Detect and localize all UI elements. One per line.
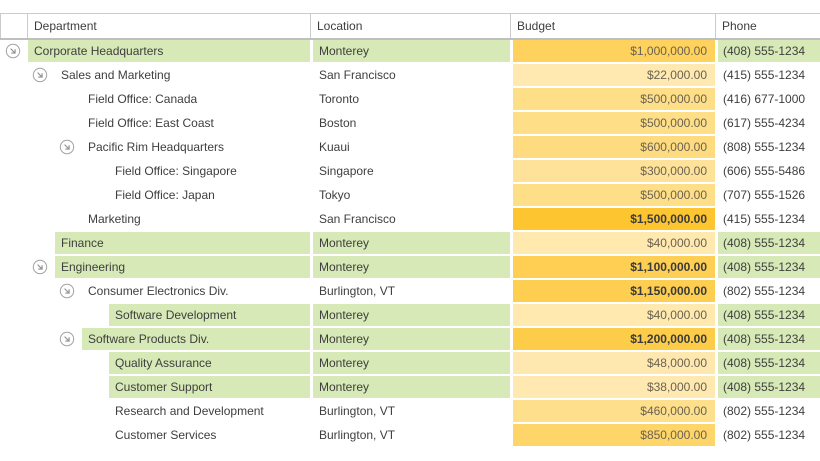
tree-row[interactable]: Sales and Marketing San Francisco $22,000.… [0, 64, 820, 86]
tree-row[interactable]: Corporate Headquarters Monterey $1,000,000… [0, 40, 820, 62]
budget-cell[interactable]: $1,100,000.00 [513, 256, 715, 278]
column-header-department[interactable]: Department [28, 14, 311, 38]
budget-cell[interactable]: $48,000.00 [513, 352, 715, 374]
department-cell[interactable]: Software Development [109, 304, 310, 326]
budget-cell[interactable]: $40,000.00 [513, 304, 715, 326]
department-cell[interactable]: Marketing [82, 208, 310, 230]
budget-cell[interactable]: $1,500,000.00 [513, 208, 715, 230]
tree-row[interactable]: Research and Development Burlington, VT $4… [0, 400, 820, 422]
tree-row[interactable]: Marketing San Francisco $1,500,000.00 (415)… [0, 208, 820, 230]
expander-icon[interactable] [32, 259, 48, 275]
tree-row[interactable]: Engineering Monterey $1,100,000.00 (408) 55… [0, 256, 820, 278]
budget-cell[interactable]: $500,000.00 [513, 184, 715, 206]
phone-cell[interactable]: (802) 555-1234 [718, 280, 820, 302]
tree-row[interactable]: Field Office: East Coast Boston $500,000.0… [0, 112, 820, 134]
department-cell[interactable]: Field Office: Singapore [109, 160, 310, 182]
location-cell[interactable]: Monterey [313, 376, 510, 398]
phone-cell[interactable]: (408) 555-1234 [718, 256, 820, 278]
department-cell[interactable]: Quality Assurance [109, 352, 310, 374]
budget-cell[interactable]: $600,000.00 [513, 136, 715, 158]
tree-row[interactable]: Field Office: Japan Tokyo $500,000.00 (707)… [0, 184, 820, 206]
tree-row[interactable]: Consumer Electronics Div. Burlington, VT $… [0, 280, 820, 302]
tree-row[interactable]: Customer Services Burlington, VT $850,000.… [0, 424, 820, 446]
phone-cell[interactable]: (408) 555-1234 [718, 232, 820, 254]
location-cell[interactable]: Toronto [313, 88, 510, 110]
department-cell[interactable]: Finance [55, 232, 310, 254]
location-cell[interactable]: Monterey [313, 352, 510, 374]
phone-cell[interactable]: (415) 555-1234 [718, 64, 820, 86]
department-cell[interactable]: Sales and Marketing [55, 64, 310, 86]
phone-cell[interactable]: (802) 555-1234 [718, 400, 820, 422]
location-cell[interactable]: Burlington, VT [313, 400, 510, 422]
tree-row[interactable]: Software Products Div. Monterey $1,200,000… [0, 328, 820, 350]
department-cell[interactable]: Software Products Div. [82, 328, 310, 350]
location-cell[interactable]: Monterey [313, 304, 510, 326]
budget-cell[interactable]: $500,000.00 [513, 112, 715, 134]
phone-cell[interactable]: (415) 555-1234 [718, 208, 820, 230]
department-cell[interactable]: Field Office: Japan [109, 184, 310, 206]
column-header-expander[interactable] [0, 14, 28, 38]
location-cell[interactable]: Burlington, VT [313, 280, 510, 302]
tree-row[interactable]: Customer Support Monterey $38,000.00 (408) … [0, 376, 820, 398]
budget-cell[interactable]: $1,150,000.00 [513, 280, 715, 302]
tree-row[interactable]: Quality Assurance Monterey $48,000.00 (408)… [0, 352, 820, 374]
department-cell[interactable]: Field Office: East Coast [82, 112, 310, 134]
phone-cell[interactable]: (707) 555-1526 [718, 184, 820, 206]
tree-row[interactable]: Finance Monterey $40,000.00 (408) 555-1234 [0, 232, 820, 254]
location-cell[interactable]: Monterey [313, 232, 510, 254]
tree-row[interactable]: Software Development Monterey $40,000.00 (4… [0, 304, 820, 326]
department-cell[interactable]: Customer Services [109, 424, 310, 446]
tree-row[interactable]: Pacific Rim Headquarters Kuaui $600,000.00… [0, 136, 820, 158]
column-header-row: Department Location Budget Phone [0, 13, 820, 40]
location-cell[interactable]: Boston [313, 112, 510, 134]
expander-icon[interactable] [59, 331, 75, 347]
location-cell[interactable]: Monterey [313, 256, 510, 278]
phone-cell[interactable]: (408) 555-1234 [718, 352, 820, 374]
phone-cell[interactable]: (416) 677-1000 [718, 88, 820, 110]
budget-cell[interactable]: $500,000.00 [513, 88, 715, 110]
department-cell[interactable]: Consumer Electronics Div. [82, 280, 310, 302]
location-cell[interactable]: Monterey [313, 40, 510, 62]
phone-cell[interactable]: (408) 555-1234 [718, 376, 820, 398]
budget-cell[interactable]: $300,000.00 [513, 160, 715, 182]
department-cell[interactable]: Engineering [55, 256, 310, 278]
location-cell[interactable]: San Francisco [313, 208, 510, 230]
expander-icon[interactable] [59, 139, 75, 155]
location-cell[interactable]: Monterey [313, 328, 510, 350]
phone-cell[interactable]: (408) 555-1234 [718, 40, 820, 62]
department-cell[interactable]: Pacific Rim Headquarters [82, 136, 310, 158]
department-cell[interactable]: Field Office: Canada [82, 88, 310, 110]
phone-cell[interactable]: (802) 555-1234 [718, 424, 820, 446]
budget-cell[interactable]: $1,000,000.00 [513, 40, 715, 62]
budget-cell[interactable]: $850,000.00 [513, 424, 715, 446]
budget-cell[interactable]: $1,200,000.00 [513, 328, 715, 350]
budget-cell[interactable]: $40,000.00 [513, 232, 715, 254]
phone-cell[interactable]: (408) 555-1234 [718, 304, 820, 326]
tree-grid: Department Location Budget Phone Corpora… [0, 0, 820, 461]
tree-row[interactable]: Field Office: Singapore Singapore $300,000… [0, 160, 820, 182]
department-cell[interactable]: Corporate Headquarters [28, 40, 310, 62]
location-cell[interactable]: Kuaui [313, 136, 510, 158]
budget-cell[interactable]: $22,000.00 [513, 64, 715, 86]
department-cell[interactable]: Customer Support [109, 376, 310, 398]
budget-cell[interactable]: $38,000.00 [513, 376, 715, 398]
tree-row[interactable]: Field Office: Canada Toronto $500,000.00 (4… [0, 88, 820, 110]
expander-icon[interactable] [32, 67, 48, 83]
expander-icon[interactable] [59, 283, 75, 299]
department-cell[interactable]: Research and Development [109, 400, 310, 422]
location-cell[interactable]: San Francisco [313, 64, 510, 86]
phone-cell[interactable]: (408) 555-1234 [718, 328, 820, 350]
location-cell[interactable]: Singapore [313, 160, 510, 182]
location-cell[interactable]: Tokyo [313, 184, 510, 206]
expander-icon[interactable] [5, 43, 21, 59]
column-header-phone[interactable]: Phone [716, 14, 820, 38]
column-header-budget[interactable]: Budget [511, 14, 716, 38]
location-cell[interactable]: Burlington, VT [313, 424, 510, 446]
phone-cell[interactable]: (617) 555-4234 [718, 112, 820, 134]
phone-cell[interactable]: (808) 555-1234 [718, 136, 820, 158]
budget-cell[interactable]: $460,000.00 [513, 400, 715, 422]
column-header-location[interactable]: Location [311, 14, 511, 38]
phone-cell[interactable]: (606) 555-5486 [718, 160, 820, 182]
